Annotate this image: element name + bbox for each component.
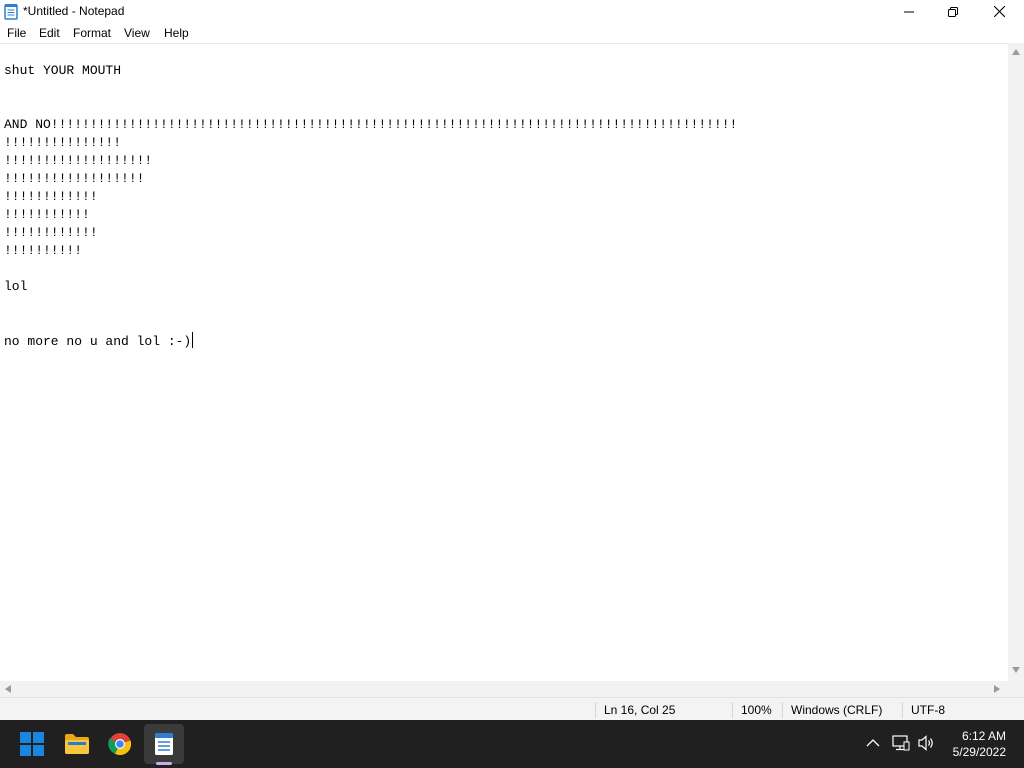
close-icon bbox=[993, 6, 1005, 17]
notepad-icon bbox=[4, 3, 18, 20]
status-divider bbox=[595, 702, 596, 718]
title-bar[interactable]: *Untitled - Notepad bbox=[0, 0, 1024, 23]
status-line-ending: Windows (CRLF) bbox=[791, 702, 883, 717]
file-explorer-icon bbox=[65, 734, 89, 754]
editor-line: lol bbox=[4, 279, 28, 294]
status-bar: Ln 16, Col 25 100% Windows (CRLF) UTF-8 bbox=[0, 697, 1024, 721]
restore-icon bbox=[948, 6, 958, 17]
scroll-up-arrow-icon[interactable] bbox=[1012, 49, 1020, 55]
start-button[interactable] bbox=[12, 724, 52, 764]
text-editor[interactable]: shut YOUR MOUTH AND NO!!!!!!!!!!!!!!!!!!… bbox=[0, 43, 1008, 682]
windows-start-icon bbox=[20, 732, 44, 756]
system-clock[interactable]: 6:12 AM 5/29/2022 bbox=[953, 728, 1006, 760]
close-button[interactable] bbox=[976, 0, 1022, 23]
text-caret bbox=[192, 332, 194, 348]
editor-line: !!!!!!!!!!!! bbox=[4, 225, 98, 240]
editor-line: !!!!!!!!!!!!!!!!!!! bbox=[4, 153, 153, 168]
chrome-icon bbox=[108, 733, 132, 756]
menu-format[interactable]: Format bbox=[73, 26, 111, 40]
notepad-icon bbox=[155, 733, 173, 755]
status-zoom: 100% bbox=[741, 702, 772, 717]
window-title: *Untitled - Notepad bbox=[23, 4, 125, 18]
notepad-taskbar-button[interactable] bbox=[144, 724, 184, 764]
scroll-right-arrow-icon[interactable] bbox=[994, 685, 1000, 693]
status-divider bbox=[902, 702, 903, 718]
editor-line-last: no more no u and lol :-) bbox=[4, 332, 737, 351]
minimize-icon bbox=[904, 11, 914, 12]
clock-date: 5/29/2022 bbox=[952, 745, 1006, 759]
scrollbar-corner bbox=[1008, 681, 1024, 697]
clock-time: 6:12 AM bbox=[961, 729, 1006, 743]
chrome-button[interactable] bbox=[100, 724, 140, 764]
editor-line: AND NO!!!!!!!!!!!!!!!!!!!!!!!!!!!!!!!!!!… bbox=[4, 117, 738, 132]
scroll-left-arrow-icon[interactable] bbox=[5, 685, 11, 693]
menu-bar: File Edit Format View Help bbox=[0, 23, 1024, 43]
editor-content[interactable]: shut YOUR MOUTH AND NO!!!!!!!!!!!!!!!!!!… bbox=[4, 44, 737, 387]
minimize-button[interactable] bbox=[886, 0, 932, 23]
editor-line: !!!!!!!!!!!!!!! bbox=[4, 135, 122, 150]
horizontal-scrollbar[interactable] bbox=[0, 681, 1008, 697]
editor-line: !!!!!!!!!! bbox=[4, 243, 83, 258]
editor-line: shut YOUR MOUTH bbox=[4, 63, 122, 78]
restore-button[interactable] bbox=[930, 0, 976, 23]
taskbar: 6:12 AM 5/29/2022 bbox=[0, 720, 1024, 768]
status-divider bbox=[782, 702, 783, 718]
editor-line: !!!!!!!!!!! bbox=[4, 207, 90, 222]
editor-line: no more no u and lol :-) bbox=[4, 334, 192, 349]
scroll-down-arrow-icon[interactable] bbox=[1012, 667, 1020, 673]
chevron-up-icon[interactable] bbox=[866, 738, 880, 747]
vertical-scrollbar[interactable] bbox=[1008, 43, 1024, 681]
menu-file[interactable]: File bbox=[7, 26, 26, 40]
editor-line: !!!!!!!!!!!!!!!!!! bbox=[4, 171, 145, 186]
volume-icon[interactable] bbox=[918, 734, 936, 752]
editor-line: !!!!!!!!!!!! bbox=[4, 189, 98, 204]
menu-edit[interactable]: Edit bbox=[39, 26, 60, 40]
network-icon[interactable] bbox=[892, 734, 910, 752]
file-explorer-button[interactable] bbox=[57, 724, 97, 764]
status-position: Ln 16, Col 25 bbox=[604, 702, 676, 717]
menu-view[interactable]: View bbox=[124, 26, 150, 40]
status-encoding: UTF-8 bbox=[911, 702, 945, 717]
menu-help[interactable]: Help bbox=[164, 26, 189, 40]
active-app-indicator bbox=[156, 762, 172, 765]
status-divider bbox=[732, 702, 733, 718]
